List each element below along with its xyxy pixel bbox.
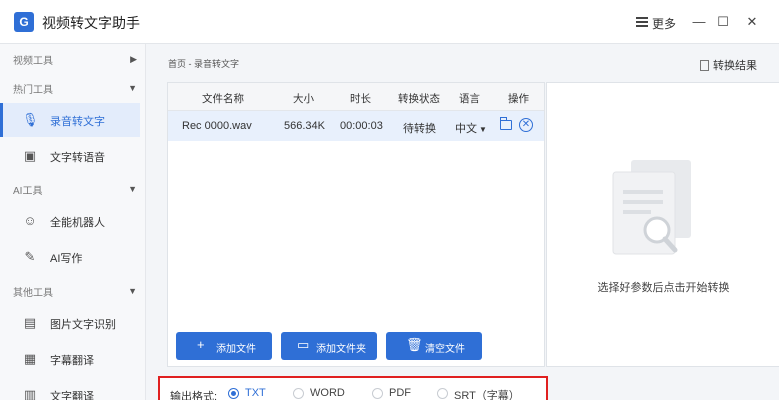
document-search-icon	[612, 160, 691, 255]
trash-icon: 🗑	[406, 337, 423, 352]
robot-icon: ☺	[23, 213, 37, 228]
folder-icon[interactable]	[500, 117, 512, 130]
section-title: AI工具	[13, 186, 43, 197]
sidebar-item-label: 图片文字识别	[50, 319, 116, 331]
text-translate-icon: ▥	[23, 387, 37, 400]
section-title: 热门工具	[13, 85, 53, 96]
image-ocr-icon: ▤	[23, 315, 37, 330]
sidebar-section-ai-tools[interactable]: AI工具 ▼	[13, 182, 139, 198]
output-format-group: 输出格式: TXT WORD PDF SRT（字幕）	[158, 376, 548, 400]
format-option-word[interactable]: WORD	[310, 387, 345, 399]
file-status-cell: 待转换	[403, 123, 436, 135]
sidebar-item-label: 文字翻译	[50, 391, 94, 400]
preview-panel: 选择好参数后点击开始转换	[546, 82, 779, 367]
format-radio-word[interactable]	[293, 388, 304, 399]
remove-file-icon[interactable]: ✕	[519, 118, 533, 132]
format-radio-srt[interactable]	[437, 388, 448, 399]
more-button[interactable]: 更多	[652, 15, 676, 32]
sidebar-item-label: 录音转文字	[50, 116, 105, 128]
column-header: 大小	[293, 93, 314, 105]
minimize-button[interactable]: —	[689, 12, 709, 32]
chevron-down-icon: ▼	[128, 184, 137, 194]
microphone-icon: 🎙	[22, 112, 39, 127]
sidebar-item-subtitle-translate[interactable]: ▦ 字幕翻译	[0, 342, 140, 376]
document-icon	[700, 60, 709, 71]
breadcrumb-home[interactable]: 首页	[168, 59, 186, 69]
button-label: 添加文件	[216, 344, 256, 355]
column-header: 操作	[508, 93, 529, 105]
plus-icon: +	[197, 337, 205, 352]
app-logo: G	[14, 12, 34, 32]
table-header: 文件名称 大小 时长 转换状态 语言 操作	[168, 83, 544, 111]
file-name-cell: Rec 0000.wav	[182, 120, 252, 132]
clear-files-button[interactable]: 🗑 清空文件	[386, 332, 482, 360]
folder-add-icon: ▭	[297, 337, 310, 352]
format-option-pdf[interactable]: PDF	[389, 387, 411, 399]
sidebar-item-text-translate[interactable]: ▥ 文字翻译	[0, 378, 140, 400]
sidebar-item-text-to-speech[interactable]: ▣ 文字转语音	[0, 139, 140, 173]
close-window-button[interactable]: ✕	[742, 12, 762, 32]
section-title: 视频工具	[13, 56, 53, 67]
breadcrumb-current: 录音转文字	[194, 59, 240, 69]
button-label: 添加文件夹	[316, 344, 366, 355]
maximize-button[interactable]: ☐	[713, 12, 733, 32]
sidebar-section-other-tools[interactable]: 其他工具 ▼	[13, 284, 139, 300]
sidebar-item-robot[interactable]: ☺ 全能机器人	[0, 204, 140, 238]
text-to-speech-icon: ▣	[23, 148, 37, 163]
section-title: 其他工具	[13, 288, 53, 299]
chevron-down-icon: ▼	[128, 286, 137, 296]
caret-down-icon: ▼	[479, 125, 487, 134]
language-value: 中文	[455, 123, 477, 135]
sidebar-section-video-tools[interactable]: 视频工具 ▶	[13, 52, 139, 68]
sidebar-item-audio-to-text[interactable]: 🎙 录音转文字	[0, 103, 140, 137]
file-duration-cell: 00:00:03	[340, 120, 383, 132]
format-radio-pdf[interactable]	[372, 388, 383, 399]
column-header: 转换状态	[398, 93, 440, 105]
add-file-button[interactable]: + 添加文件	[176, 332, 272, 360]
add-folder-button[interactable]: ▭ 添加文件夹	[281, 332, 377, 360]
button-label: 清空文件	[425, 344, 465, 355]
language-select[interactable]: 中文 ▼	[455, 120, 487, 136]
app-title: 视频转文字助手	[42, 15, 140, 31]
column-header: 文件名称	[202, 93, 244, 105]
breadcrumb-separator: -	[188, 59, 192, 69]
chevron-down-icon: ▼	[128, 83, 137, 93]
table-row[interactable]: Rec 0000.wav 566.34K 00:00:03 待转换 中文 ▼ ✕	[168, 111, 544, 141]
sidebar-item-label: 全能机器人	[50, 217, 105, 229]
menu-icon[interactable]	[636, 17, 648, 27]
format-option-txt[interactable]: TXT	[245, 387, 266, 399]
column-header: 语言	[459, 93, 480, 105]
preview-hint: 选择好参数后点击开始转换	[597, 282, 730, 294]
column-header: 时长	[350, 93, 371, 105]
result-link-label: 转换结果	[713, 60, 757, 72]
sidebar-item-label: 字幕翻译	[50, 355, 94, 367]
sidebar-section-hot-tools[interactable]: 热门工具 ▼	[13, 81, 139, 97]
output-format-label: 输出格式:	[170, 391, 218, 400]
file-size-cell: 566.34K	[284, 120, 325, 132]
conversion-result-link[interactable]: 转换结果	[700, 57, 757, 73]
sidebar: 视频工具 ▶ 热门工具 ▼ 🎙 录音转文字 ▣ 文字转语音 AI工具 ▼ ☺ 全…	[0, 44, 146, 400]
sidebar-item-label: AI写作	[50, 253, 83, 265]
title-bar: G 视频转文字助手 更多 — ☐ ✕	[0, 0, 779, 44]
sidebar-item-ai-writing[interactable]: ✎ AI写作	[0, 240, 140, 274]
format-radio-txt[interactable]	[228, 388, 239, 399]
file-table: 文件名称 大小 时长 转换状态 语言 操作 Rec 0000.wav 566.3…	[167, 82, 545, 367]
breadcrumb: 首页 - 录音转文字	[168, 57, 239, 70]
ai-writing-icon: ✎	[24, 249, 36, 264]
sidebar-item-label: 文字转语音	[50, 152, 105, 164]
format-option-srt[interactable]: SRT（字幕）	[454, 387, 520, 400]
subtitle-translate-icon: ▦	[23, 351, 37, 366]
sidebar-item-image-ocr[interactable]: ▤ 图片文字识别	[0, 306, 140, 340]
chevron-right-icon: ▶	[130, 54, 137, 64]
